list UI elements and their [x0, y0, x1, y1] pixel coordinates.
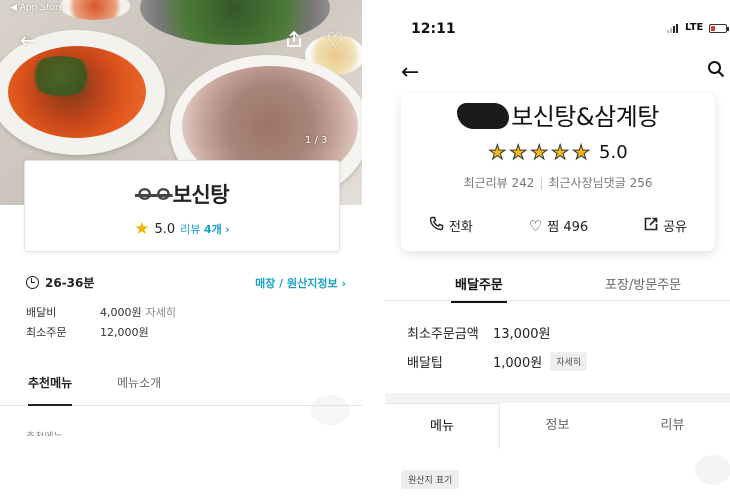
star-icon: ★	[572, 140, 591, 165]
delivery-time-row: 26-36분 매장 / 원산지정보 ›	[26, 274, 346, 291]
scribbled-name-part: ㅇㅇ	[134, 183, 173, 207]
heart-icon[interactable]: ♡	[326, 30, 344, 50]
status-time: 12:11	[411, 21, 456, 37]
clock-icon	[26, 276, 39, 289]
tab-delivery-order[interactable]: 배달주문	[451, 274, 507, 303]
heart-icon: ♡	[528, 216, 543, 235]
min-order-row: 최소주문금액 13,000원	[407, 323, 550, 342]
star-icon: ★	[134, 219, 150, 239]
action-row: 전화 ♡ 찜 496 공유	[401, 216, 715, 235]
delivery-tip-row: 배달팁 1,000원 자세히	[407, 352, 588, 371]
review-count: 4개	[203, 223, 222, 236]
share-button[interactable]: 공유	[644, 216, 687, 235]
review-label: 리뷰	[180, 223, 201, 236]
status-bar: 12:11 LTE	[385, 0, 730, 56]
phone-icon	[429, 216, 444, 235]
min-order-label: 최소주문	[26, 326, 67, 339]
store-name-text: 보신탕&삼계탕	[511, 103, 659, 131]
section-heading-cutoff: 추천메뉴	[26, 428, 63, 436]
like-label: 찜 496	[547, 220, 589, 235]
battery-icon	[709, 24, 729, 33]
store-info-card: ㅇㅇ보신탕 ★ 5.0 리뷰 4개 ›	[24, 160, 340, 252]
delivery-time: 26-36분	[45, 276, 95, 290]
rating-row: ★ ★ ★ ★ ★ 5.0	[401, 140, 715, 165]
tab-info[interactable]: 정보	[500, 403, 615, 449]
redacted-name-blot	[457, 103, 510, 129]
left-screenshot: ◀ App Store ← ♡ 1 / 3 ㅇㅇ보신탕 ★ 5.0 리뷰 4개 …	[0, 0, 362, 496]
store-name: 보신탕&삼계탕	[401, 97, 715, 132]
min-order-value: 13,000원	[493, 327, 551, 342]
photo-counter: 1 / 3	[305, 135, 328, 146]
rating-row: ★ 5.0 리뷰 4개 ›	[25, 219, 339, 239]
tab-pickup-order[interactable]: 포장/방문주문	[605, 274, 681, 293]
tab-recommended-menu[interactable]: 추천메뉴	[28, 374, 73, 406]
store-info-card: 보신탕&삼계탕 ★ ★ ★ ★ ★ 5.0 최근리뷰 242 | 최근사장님댓글 2…	[401, 93, 715, 251]
min-order-value: 12,000원	[100, 326, 149, 339]
back-arrow-icon[interactable]: ←	[20, 30, 37, 50]
floating-button-shadow	[310, 395, 350, 425]
share-label: 공유	[663, 220, 687, 235]
store-name-text: 보신탕	[172, 183, 230, 207]
store-name: ㅇㅇ보신탕	[25, 179, 339, 209]
origin-info-link[interactable]: 매장 / 원산지정보 ›	[255, 275, 346, 291]
delivery-fee-row: 배달비 4,000원 자세히	[26, 304, 176, 320]
search-icon[interactable]	[707, 60, 725, 78]
recent-reviews-link[interactable]: 최근리뷰 242	[464, 176, 535, 190]
like-button[interactable]: ♡ 찜 496	[528, 216, 589, 236]
call-button[interactable]: 전화	[429, 216, 473, 235]
tab-reviews[interactable]: 리뷰	[615, 403, 730, 449]
network-label: LTE	[685, 22, 704, 33]
min-order-row: 최소주문 12,000원	[26, 324, 149, 340]
chevron-right-icon: ›	[225, 223, 230, 236]
delivery-tip-detail-button[interactable]: 자세히	[550, 352, 588, 371]
review-link[interactable]: 리뷰 4개 ›	[180, 221, 230, 237]
signal-icon	[667, 24, 678, 33]
rating-score: 5.0	[599, 141, 628, 163]
side-dish-image	[60, 0, 130, 20]
rating-score: 5.0	[154, 221, 176, 237]
order-type-tabs: 배달주문 포장/방문주문	[385, 265, 730, 303]
tab-menu[interactable]: 메뉴	[385, 403, 500, 449]
star-icon: ★	[530, 140, 549, 165]
delivery-fee-value: 4,000원	[100, 306, 142, 319]
star-icon: ★	[488, 140, 507, 165]
star-icon: ★	[551, 140, 570, 165]
app-store-back-link[interactable]: ◀ App Store	[10, 3, 64, 13]
min-order-label: 최소주문금액	[407, 327, 479, 342]
content-tabs: 메뉴 정보 리뷰	[385, 403, 730, 449]
origin-label-chip[interactable]: 원산지 표기	[401, 470, 460, 489]
right-screenshot: 12:11 LTE ← 보신탕&삼계탕 ★ ★ ★ ★ ★ 5.0 최근리뷰 2…	[385, 0, 730, 496]
greens-image	[26, 56, 96, 96]
owner-replies-link[interactable]: 최근사장님댓글 256	[548, 176, 652, 190]
section-divider	[385, 393, 730, 403]
delivery-fee-detail-link[interactable]: 자세히	[146, 304, 176, 320]
menu-tabs: 추천메뉴 메뉴소개	[0, 370, 362, 406]
floating-button-shadow	[695, 455, 730, 485]
delivery-tip-label: 배달팁	[407, 356, 443, 371]
review-counts: 최근리뷰 242 | 최근사장님댓글 256	[463, 176, 653, 190]
share-icon[interactable]	[285, 30, 303, 51]
call-label: 전화	[448, 220, 473, 235]
delivery-fee-label: 배달비	[26, 306, 57, 319]
back-arrow-icon[interactable]: ←	[401, 60, 419, 85]
share-icon	[644, 217, 658, 235]
delivery-tip-value: 1,000원	[493, 356, 543, 371]
star-icon: ★	[509, 140, 528, 165]
tab-menu-intro[interactable]: 메뉴소개	[117, 374, 161, 391]
